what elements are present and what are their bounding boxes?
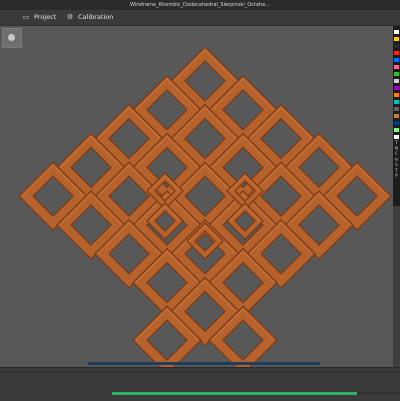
palette-swatch[interactable] [394, 128, 399, 132]
palette-swatch[interactable] [394, 72, 399, 76]
bottom-panel [0, 367, 400, 401]
palette-swatch[interactable] [394, 114, 399, 118]
lattice-cell [132, 305, 202, 367]
model-render[interactable] [0, 26, 393, 367]
palette-swatch[interactable] [394, 100, 399, 104]
palette-swatch[interactable] [394, 58, 399, 62]
palette-swatch[interactable] [394, 93, 399, 97]
build-platform [88, 362, 320, 365]
palette-swatch[interactable] [394, 107, 399, 111]
window-title: Wireframe_Rhombic_Dodecahedral_Sierpinsk… [0, 0, 400, 10]
palette-swatch[interactable] [394, 44, 399, 48]
palette-swatch[interactable] [394, 135, 399, 139]
progress-fill [112, 392, 357, 395]
menu-bar: ▭ Project ⚙ Calibration [0, 10, 400, 26]
tab-project[interactable]: ▭ Project [22, 10, 57, 25]
navigation-cube[interactable] [2, 28, 22, 48]
palette-swatch[interactable] [394, 51, 399, 55]
palette-letter: P [395, 173, 398, 178]
tab-calibration[interactable]: ⚙ Calibration [66, 10, 114, 25]
folder-icon: ▭ [22, 13, 30, 21]
palette-letters: TMCHSTP [393, 140, 400, 195]
tab-project-label: Project [34, 13, 57, 21]
palette-swatch[interactable] [394, 121, 399, 125]
bottom-divider [0, 371, 400, 372]
palette-swatch[interactable] [394, 65, 399, 69]
sierpinski-wireframe-model [18, 46, 392, 367]
palette-swatch[interactable] [394, 86, 399, 90]
palette-swatch[interactable] [394, 79, 399, 83]
progress-bar [112, 392, 400, 395]
orientation-sphere-icon [8, 34, 15, 41]
lattice-cell [208, 305, 278, 367]
palette-swatch[interactable] [394, 37, 399, 41]
palette-swatch[interactable] [394, 30, 399, 34]
gear-icon: ⚙ [66, 13, 74, 21]
tab-calibration-label: Calibration [78, 13, 114, 21]
right-toolbar [393, 206, 400, 367]
